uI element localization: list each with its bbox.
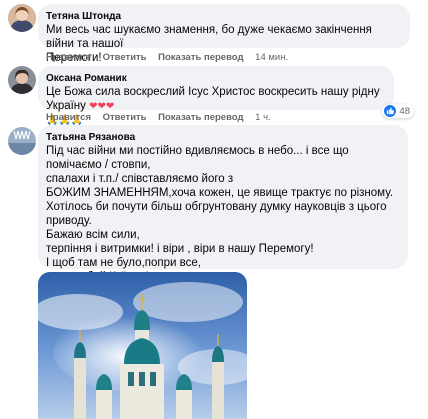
like-link[interactable]: Нравится [46,52,91,63]
reply-link[interactable]: Ответить [103,112,147,123]
translate-link[interactable]: Показать перевод [158,52,243,63]
author-name[interactable]: Оксана Романик [46,72,384,85]
hearts-emoji: ❤❤❤ [89,101,115,112]
comment-actions: Нравится Ответить Показать перевод 1 ч. [46,112,280,123]
timestamp[interactable]: 1 ч. [255,112,271,123]
comment-bubble: Татьяна Рязанова Під час війни ми постій… [38,125,408,311]
comment-actions: Нравится Ответить Показать перевод 14 ми… [46,52,297,63]
reaction-count-badge[interactable]: 48 [382,104,414,118]
like-reaction-icon [384,105,397,117]
timestamp[interactable]: 14 мин. [255,52,288,63]
author-name[interactable]: Татьяна Рязанова [46,131,398,144]
comment-photo[interactable] [38,272,247,419]
avatar[interactable] [8,66,36,94]
reply-link[interactable]: Ответить [103,52,147,63]
avatar[interactable] [8,4,36,32]
like-link[interactable]: Нравится [46,112,91,123]
comment-bubble: Оксана Романик Це Божа сила воскреслий І… [38,66,394,126]
reaction-count: 48 [399,105,410,117]
church-photo [38,272,247,419]
avatar[interactable] [8,127,36,155]
author-name[interactable]: Тетяна Штонда [46,10,400,23]
comment-bubble: Тетяна Штонда Ми весь час шукаємо знамен… [38,4,410,64]
translate-link[interactable]: Показать перевод [158,112,243,123]
